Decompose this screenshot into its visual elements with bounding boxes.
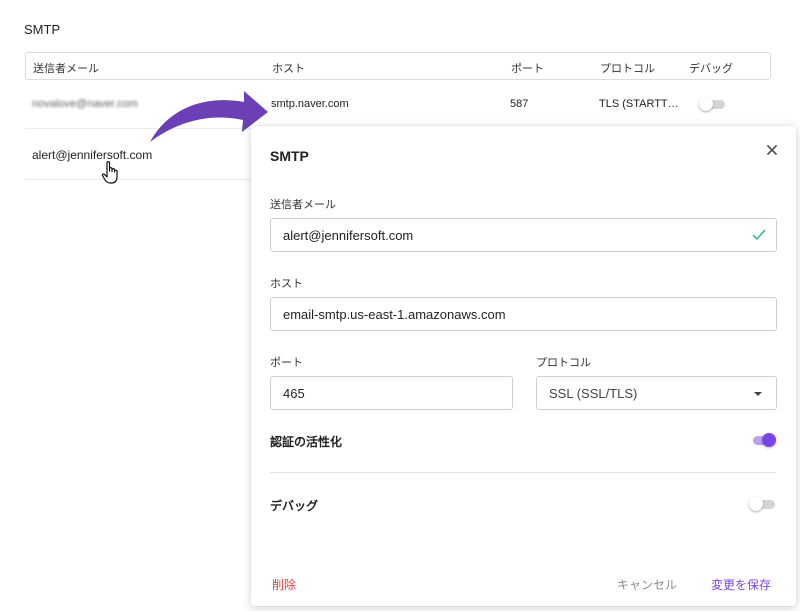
section-title: SMTP [24,22,61,37]
toggle-knob [762,433,776,447]
column-header-protocol[interactable]: プロトコル [600,60,655,76]
host-cell: smtp.naver.com [271,98,349,110]
protocol-label: プロトコル [536,357,591,369]
port-field[interactable]: 465 [270,376,513,410]
toggle-knob [749,497,763,511]
hand-pointer-icon [101,161,118,184]
port-cell: 587 [510,98,529,110]
check-icon [752,229,766,240]
protocol-selected-value: SSL (SSL/TLS) [549,386,638,401]
debug-toggle[interactable] [749,497,775,511]
column-header-host[interactable]: ホスト [272,60,305,76]
protocol-cell: TLS (STARTT… [599,98,679,110]
sender-email-label: 送信者メール [270,199,336,211]
close-icon[interactable] [764,142,780,158]
host-label: ホスト [270,278,303,290]
save-changes-button[interactable]: 変更を保存 [711,576,771,593]
delete-button[interactable]: 削除 [272,576,296,593]
port-label: ポート [270,357,303,369]
column-header-debug[interactable]: デバッグ [689,60,733,76]
column-header-port[interactable]: ポート [511,60,544,76]
sender-email-field[interactable]: alert@jennifersoft.com [270,218,777,252]
protocol-select[interactable]: SSL (SSL/TLS) [536,376,777,410]
table-row[interactable]: novalove@naver.com smtp.naver.com 587 TL… [25,81,771,129]
sender-email-cell: alert@jennifersoft.com [32,148,153,162]
port-value: 465 [283,386,305,401]
table-header: 送信者メール ホスト ポート プロトコル デバッグ [25,52,771,80]
host-field[interactable]: email-smtp.us-east-1.amazonaws.com [270,297,777,331]
cancel-button[interactable]: キャンセル [617,576,677,593]
sender-email-value: alert@jennifersoft.com [283,228,414,243]
sender-email-cell: novalove@naver.com [32,98,138,110]
host-value: email-smtp.us-east-1.amazonaws.com [283,307,506,322]
debug-label: デバッグ [270,499,319,513]
dialog-title: SMTP [270,148,309,164]
toggle-knob [699,97,713,111]
auth-enable-label: 認証の活性化 [270,435,343,449]
debug-toggle[interactable] [699,97,725,111]
chevron-down-icon [754,392,762,396]
column-header-sender[interactable]: 送信者メール [33,60,99,76]
divider [270,472,776,473]
auth-enable-toggle[interactable] [749,433,776,447]
smtp-edit-dialog: SMTP 送信者メール alert@jennifersoft.com ホスト e… [251,126,796,606]
